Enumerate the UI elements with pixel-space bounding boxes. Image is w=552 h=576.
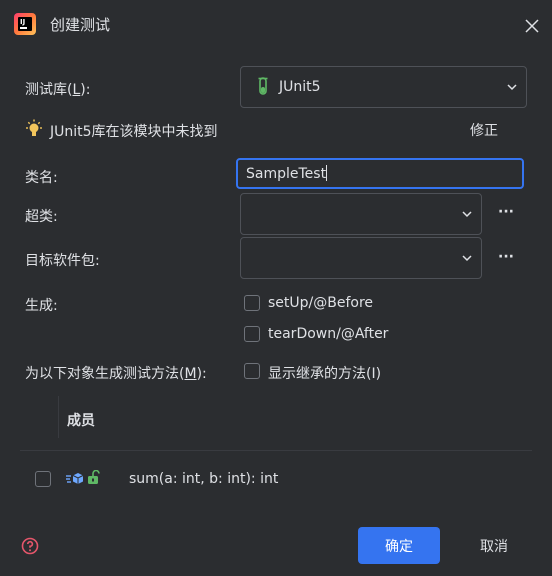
table-row[interactable]: sum(a: int, b: int): int [20,458,532,500]
superclass-dropdown[interactable] [240,193,482,235]
show-inherited-checkbox[interactable] [244,363,260,379]
target-package-browse-button[interactable]: ··· [498,249,514,265]
test-tube-icon [258,77,268,95]
member-signature: sum(a: int, b: int): int [129,471,279,487]
generate-label: 生成: [25,298,58,314]
close-icon [525,19,539,33]
superclass-browse-button[interactable]: ··· [498,204,514,220]
method-icon [66,473,84,484]
teardown-label: tearDown/@After [268,326,389,342]
members-header[interactable]: 成员 [67,410,95,430]
chevron-down-icon [507,84,517,91]
generate-methods-label: 为以下对象生成测试方法(M): [25,366,207,382]
unlocked-icon [88,470,100,484]
testing-library-value: JUnit5 [279,79,321,95]
help-button[interactable] [20,536,40,556]
table-divider [20,450,532,451]
lightbulb-icon [26,119,42,136]
library-warning-text: JUnit5库在该模块中未找到 [50,124,218,140]
target-package-label: 目标软件包: [25,253,100,269]
fix-link[interactable]: 修正 [470,120,498,140]
setup-checkbox[interactable] [244,295,260,311]
teardown-checkbox[interactable] [244,326,260,342]
chevron-down-icon [462,255,472,262]
title-bar: IJ 创建测试 [0,0,552,50]
testing-library-label: 测试库(L): [25,82,91,98]
cancel-button[interactable]: 取消 [462,527,526,564]
ok-button[interactable]: 确定 [358,527,440,564]
dialog-title: 创建测试 [50,16,111,34]
setup-label: setUp/@Before [268,295,374,311]
superclass-label: 超类: [25,209,58,225]
app-logo-icon: IJ [14,13,36,35]
show-inherited-label: 显示继承的方法(I) [268,366,382,382]
chevron-down-icon [462,211,472,218]
help-icon [21,537,39,555]
target-package-dropdown[interactable] [240,237,482,279]
class-name-value: SampleTest [246,166,327,182]
table-header-separator [58,396,59,438]
member-checkbox[interactable] [35,471,51,487]
testing-library-dropdown[interactable]: JUnit5 [240,66,527,108]
class-name-input[interactable]: SampleTest [236,158,524,189]
close-button[interactable] [518,12,546,40]
class-name-label: 类名: [25,170,58,186]
